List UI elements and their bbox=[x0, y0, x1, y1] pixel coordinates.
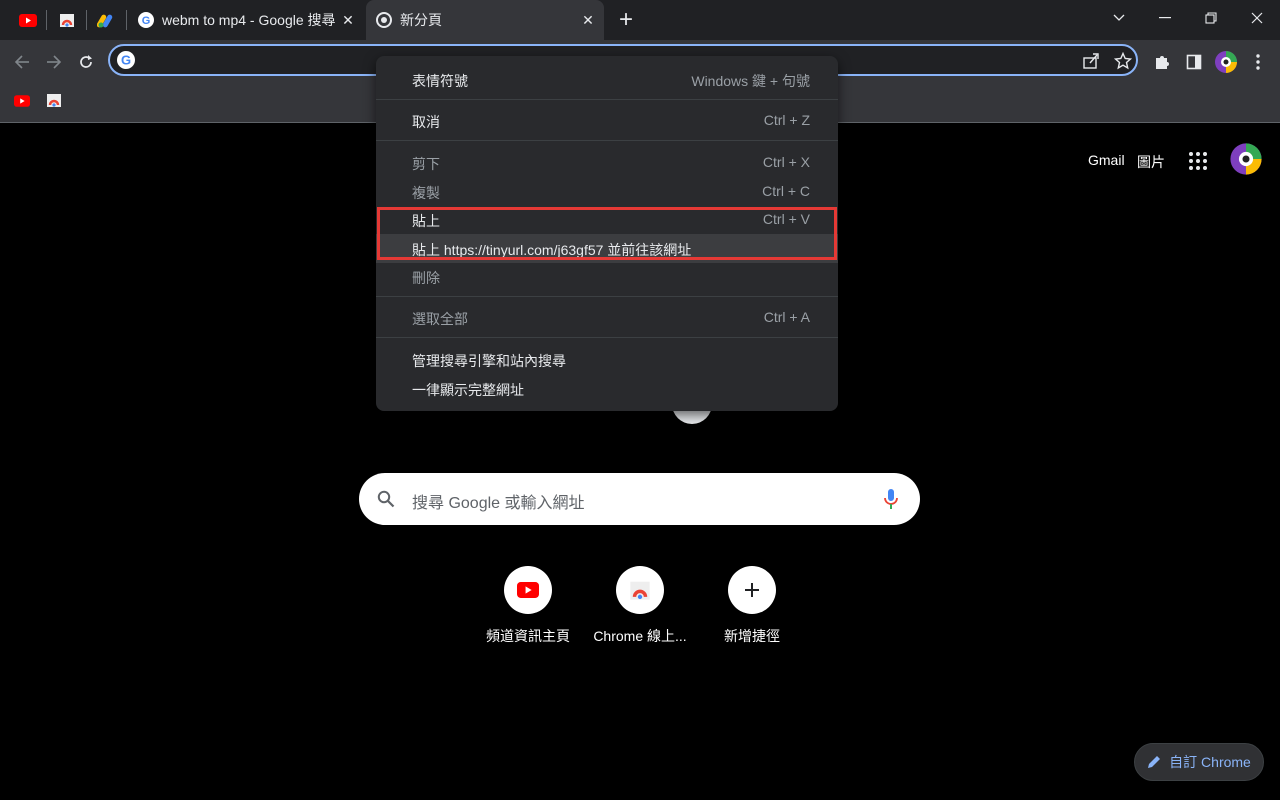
chrome-store-icon bbox=[616, 566, 664, 614]
side-panel-icon bbox=[1186, 54, 1202, 70]
minimize-button[interactable] bbox=[1142, 0, 1188, 36]
forward-button[interactable] bbox=[42, 50, 66, 74]
menu-item-label: 複製 bbox=[412, 185, 440, 201]
menu-item-shortcut: Ctrl + X bbox=[762, 154, 810, 170]
google-g-icon: G bbox=[138, 12, 154, 28]
avatar bbox=[1215, 51, 1237, 73]
menu-item-emoji[interactable]: 表情符號 Windows 鍵 + 句號 bbox=[376, 65, 838, 94]
tab-title: 新分頁 bbox=[400, 12, 442, 28]
close-tab-icon[interactable]: ✕ bbox=[580, 12, 596, 28]
pinned-tab-ads[interactable] bbox=[94, 8, 118, 32]
menu-item-label: 取消 bbox=[412, 114, 440, 130]
puzzle-icon bbox=[1156, 56, 1169, 69]
svg-text:G: G bbox=[142, 15, 151, 27]
shortcut-tile-add[interactable]: 新增捷徑 bbox=[696, 566, 808, 646]
menu-item-manage-search-engines[interactable]: 管理搜尋引擎和站內搜尋 bbox=[376, 345, 838, 374]
images-link[interactable]: 圖片 bbox=[1137, 152, 1165, 172]
side-panel-button[interactable] bbox=[1182, 50, 1206, 74]
google-ads-icon bbox=[97, 14, 113, 28]
menu-item-label: 剪下 bbox=[412, 156, 440, 172]
share-icon[interactable] bbox=[1082, 52, 1100, 75]
menu-item-shortcut: Ctrl + Z bbox=[763, 112, 810, 128]
arrow-right-icon bbox=[47, 55, 62, 69]
customize-label: 自訂 Chrome bbox=[1169, 754, 1251, 770]
new-tab-button[interactable]: + bbox=[614, 6, 638, 34]
gmail-link[interactable]: Gmail bbox=[1088, 152, 1125, 168]
menu-item-label: 表情符號 bbox=[412, 73, 468, 89]
plus-icon bbox=[728, 566, 776, 614]
shortcut-label: 新增捷徑 bbox=[724, 628, 780, 644]
tab-strip: G webm to mp4 - Google 搜尋 ✕ 新分頁 ✕ + bbox=[0, 0, 1280, 40]
reload-button[interactable] bbox=[74, 50, 98, 74]
minimize-icon bbox=[1159, 17, 1171, 19]
youtube-icon bbox=[504, 566, 552, 614]
menu-item-cut[interactable]: 剪下 Ctrl + X bbox=[376, 148, 838, 177]
apps-grid-icon[interactable] bbox=[1188, 151, 1208, 176]
tab-new-tab[interactable]: 新分頁 ✕ bbox=[366, 0, 604, 40]
menu-item-undo[interactable]: 取消 Ctrl + Z bbox=[376, 106, 838, 135]
avatar[interactable] bbox=[1229, 142, 1263, 181]
tab-google-search[interactable]: G webm to mp4 - Google 搜尋 ✕ bbox=[128, 0, 364, 40]
profile-button[interactable] bbox=[1214, 50, 1238, 74]
reload-icon bbox=[80, 55, 92, 68]
shortcut-tile-chrome-store[interactable]: Chrome 線上... bbox=[584, 566, 696, 646]
annotation-highlight-box bbox=[377, 207, 837, 260]
close-icon bbox=[1251, 12, 1263, 24]
menu-item-copy[interactable]: 複製 Ctrl + C bbox=[376, 177, 838, 206]
menu-item-show-full-url[interactable]: 一律顯示完整網址 bbox=[376, 374, 838, 403]
bookmark-youtube[interactable] bbox=[14, 94, 30, 112]
pinned-tab-store[interactable] bbox=[55, 8, 79, 32]
menu-item-label: 管理搜尋引擎和站內搜尋 bbox=[412, 353, 566, 369]
customize-chrome-button[interactable]: 自訂 Chrome bbox=[1134, 743, 1264, 781]
menu-item-label: 一律顯示完整網址 bbox=[412, 382, 524, 398]
microphone-icon[interactable] bbox=[883, 487, 899, 516]
menu-button[interactable] bbox=[1246, 50, 1270, 74]
search-placeholder: 搜尋 Google 或輸入網址 bbox=[412, 495, 585, 512]
menu-item-shortcut: Ctrl + A bbox=[763, 309, 810, 325]
bookmark-star-icon[interactable] bbox=[1113, 51, 1133, 75]
menu-item-shortcut: Ctrl + C bbox=[762, 183, 810, 199]
shortcut-label: 頻道資訊主頁 bbox=[486, 628, 570, 644]
shortcut-tile-youtube[interactable]: 頻道資訊主頁 bbox=[472, 566, 584, 646]
svg-text:G: G bbox=[121, 53, 131, 68]
shortcut-label: Chrome 線上... bbox=[593, 628, 687, 644]
tab-title: webm to mp4 - Google 搜尋 bbox=[162, 12, 336, 28]
kebab-menu-icon bbox=[1256, 54, 1260, 70]
chrome-store-icon bbox=[47, 94, 61, 107]
menu-item-label: 刪除 bbox=[412, 270, 440, 286]
search-input[interactable]: 搜尋 Google 或輸入網址 bbox=[359, 473, 920, 525]
menu-item-shortcut: Windows 鍵 + 句號 bbox=[691, 73, 810, 89]
extensions-button[interactable] bbox=[1150, 50, 1174, 74]
youtube-icon bbox=[19, 13, 37, 27]
youtube-icon bbox=[14, 95, 30, 107]
close-window-button[interactable] bbox=[1234, 0, 1280, 36]
tab-search-button[interactable] bbox=[1096, 0, 1142, 36]
close-tab-icon[interactable]: ✕ bbox=[340, 12, 356, 28]
search-icon bbox=[377, 490, 395, 513]
chevron-down-icon bbox=[1113, 14, 1125, 21]
menu-item-label: 選取全部 bbox=[412, 311, 468, 327]
google-g-icon: G bbox=[117, 51, 135, 74]
chrome-store-icon bbox=[60, 14, 74, 27]
menu-item-delete[interactable]: 刪除 bbox=[376, 262, 838, 291]
menu-item-select-all[interactable]: 選取全部 Ctrl + A bbox=[376, 303, 838, 332]
pencil-icon bbox=[1148, 756, 1161, 768]
arrow-left-icon bbox=[14, 55, 29, 69]
bookmark-store[interactable] bbox=[46, 92, 62, 113]
back-button[interactable] bbox=[10, 50, 34, 74]
chrome-icon bbox=[376, 12, 392, 28]
pinned-tab-youtube[interactable] bbox=[16, 8, 40, 32]
restore-icon bbox=[1205, 12, 1217, 24]
restore-button[interactable] bbox=[1188, 0, 1234, 36]
